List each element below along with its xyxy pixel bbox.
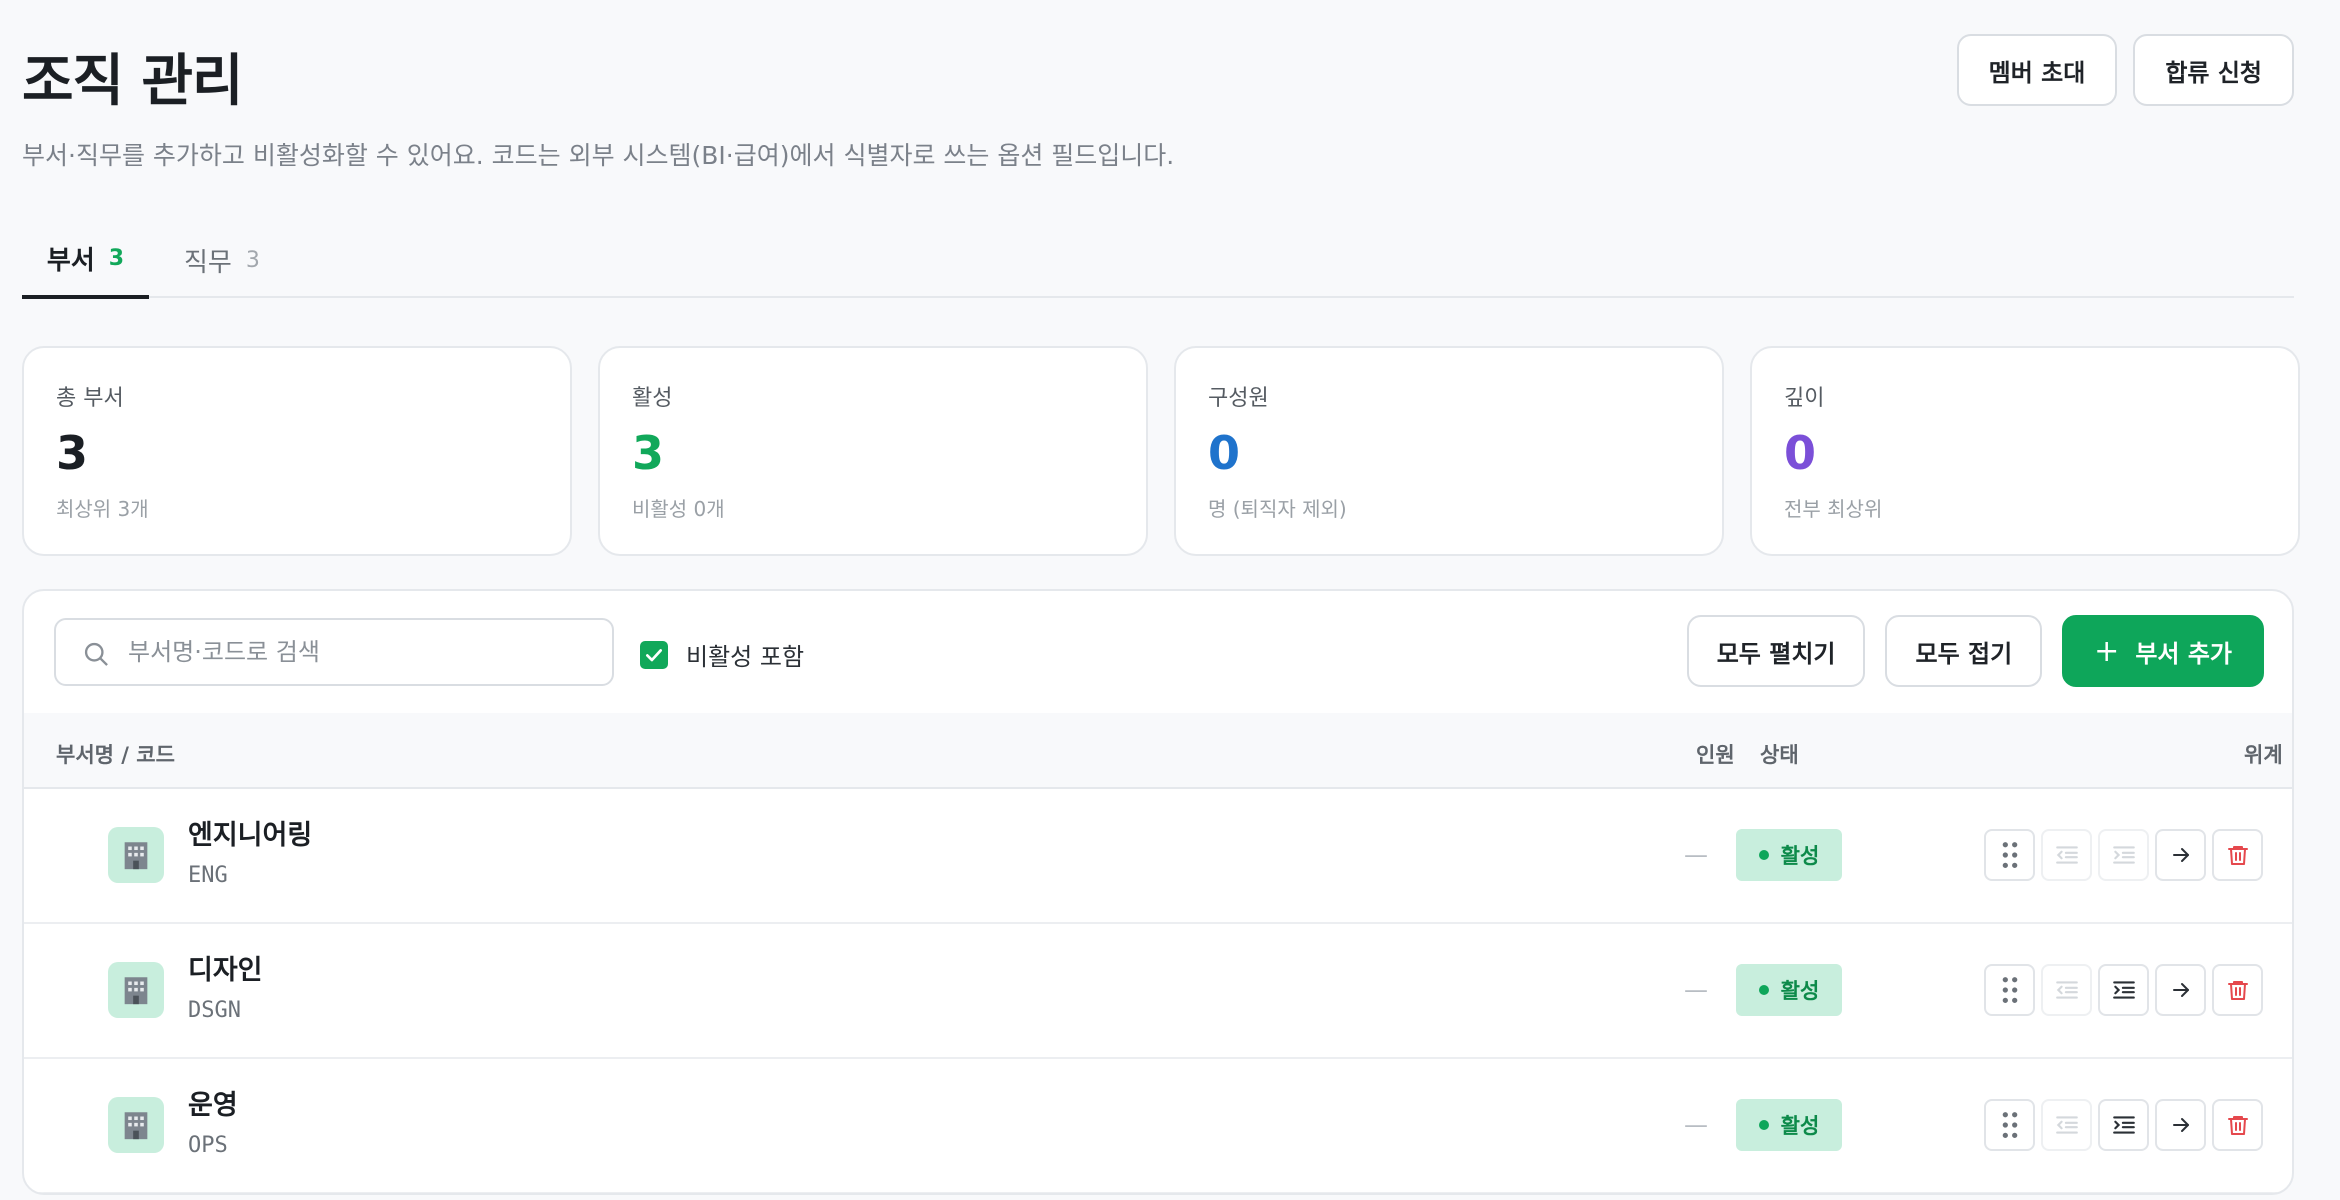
table-row[interactable]: 운영 OPS — 활성 [24, 1059, 2292, 1193]
department-name: 디자인 [188, 955, 263, 986]
drag-handle-icon[interactable] [1984, 1099, 2035, 1151]
add-department-label: 부서 추가 [2135, 639, 2232, 668]
arrow-right-icon[interactable] [2155, 1099, 2206, 1151]
add-department-button[interactable]: + 부서 추가 [2062, 615, 2264, 687]
column-header-members: 인원 [1696, 743, 1735, 767]
department-code: OPS [188, 1133, 228, 1158]
trash-icon[interactable] [2212, 829, 2263, 881]
org-management-page: 조직 관리 부서·직무를 추가하고 비활성화할 수 있어요. 코드는 외부 시스… [22, 0, 2300, 1200]
stat-label: 깊이 [1784, 386, 1825, 411]
search-icon [84, 642, 108, 666]
expand-all-button[interactable]: 모두 펼치기 [1686, 615, 1866, 687]
stat-value: 0 [1208, 426, 1241, 480]
member-count: — [1684, 1111, 1708, 1139]
column-header-hierarchy: 위계 [2244, 743, 2283, 767]
drag-handle-icon[interactable] [1984, 829, 2035, 881]
header-actions: 멤버 초대 합류 신청 [1956, 34, 2294, 106]
stat-label: 구성원 [1208, 386, 1269, 411]
invite-member-button[interactable]: 멤버 초대 [1956, 34, 2118, 106]
stat-label: 활성 [632, 386, 673, 411]
row-actions [1984, 1099, 2263, 1151]
column-header-name: 부서명 / 코드 [56, 743, 175, 767]
status-badge: 활성 [1736, 964, 1842, 1016]
search-box[interactable] [54, 618, 614, 686]
stat-value: 3 [56, 426, 89, 480]
tab-label: 부서 [46, 246, 95, 276]
outdent-icon[interactable] [2041, 829, 2092, 881]
indent-icon[interactable] [2098, 1099, 2149, 1151]
include-inactive-label: 비활성 포함 [686, 643, 805, 671]
join-request-button[interactable]: 합류 신청 [2133, 34, 2294, 106]
arrow-right-icon[interactable] [2155, 829, 2206, 881]
tab-jobs[interactable]: 직무 3 [184, 222, 260, 298]
member-count: — [1684, 841, 1708, 869]
row-actions [1984, 829, 2263, 881]
stat-cards: 총 부서 3 최상위 3개 활성 3 비활성 0개 구성원 0 명 (퇴직자 제… [22, 346, 2300, 556]
tab-count: 3 [245, 247, 260, 273]
drag-handle-icon[interactable] [1984, 964, 2035, 1016]
check-icon [646, 648, 662, 661]
department-name: 엔지니어링 [188, 820, 313, 851]
page-title: 조직 관리 [22, 49, 244, 114]
stat-card-depth: 깊이 0 전부 최상위 [1750, 346, 2300, 556]
stat-value: 0 [1784, 426, 1817, 480]
plus-icon: + [2094, 633, 2120, 669]
department-code: DSGN [188, 998, 241, 1023]
table-actions: 모두 펼치기 모두 접기 + 부서 추가 [1686, 615, 2264, 687]
building-icon [108, 827, 164, 883]
member-count: — [1684, 976, 1708, 1004]
collapse-all-button[interactable]: 모두 접기 [1885, 615, 2043, 687]
status-label: 활성 [1780, 979, 1820, 1003]
stat-card-active: 활성 3 비활성 0개 [598, 346, 1148, 556]
stat-card-total: 총 부서 3 최상위 3개 [22, 346, 572, 556]
search-input[interactable] [128, 620, 598, 684]
tab-label: 직무 [184, 247, 232, 278]
status-dot [1758, 1120, 1769, 1130]
table-row[interactable]: 디자인 DSGN — 활성 [24, 924, 2292, 1059]
status-badge: 활성 [1736, 1099, 1842, 1151]
stat-card-members: 구성원 0 명 (퇴직자 제외) [1174, 346, 1724, 556]
table-header: 부서명 / 코드 인원 상태 위계 [24, 713, 2292, 789]
stat-value: 3 [632, 426, 665, 480]
building-icon [108, 962, 164, 1018]
status-dot [1758, 850, 1769, 860]
include-inactive-checkbox[interactable]: 비활성 포함 [640, 637, 804, 672]
tab-count: 3 [108, 246, 125, 271]
trash-icon[interactable] [2212, 1099, 2263, 1151]
stat-label: 총 부서 [56, 386, 124, 411]
department-name: 운영 [188, 1090, 238, 1121]
stat-note: 비활성 0개 [632, 496, 725, 521]
indent-icon[interactable] [2098, 964, 2149, 1016]
stat-note: 전부 최상위 [1784, 496, 1883, 521]
status-dot [1758, 985, 1769, 995]
department-table-panel: 비활성 포함 모두 펼치기 모두 접기 + 부서 추가 부서명 / 코드 인원 … [22, 589, 2294, 1195]
tab-bar: 부서 3 직무 3 [22, 222, 2294, 299]
building-icon [108, 1097, 164, 1153]
status-label: 활성 [1780, 1114, 1820, 1138]
indent-icon[interactable] [2098, 829, 2149, 881]
department-code: ENG [188, 863, 228, 888]
tab-departments[interactable]: 부서 3 [22, 222, 149, 299]
trash-icon[interactable] [2212, 964, 2263, 1016]
checkbox-checked[interactable] [640, 640, 668, 669]
outdent-icon[interactable] [2041, 1099, 2092, 1151]
table-row[interactable]: 엔지니어링 ENG — 활성 [24, 789, 2292, 924]
row-actions [1984, 964, 2263, 1016]
stat-note: 최상위 3개 [56, 496, 149, 521]
arrow-right-icon[interactable] [2155, 964, 2206, 1016]
stat-note: 명 (퇴직자 제외) [1208, 496, 1347, 521]
column-header-status: 상태 [1760, 743, 1799, 767]
outdent-icon[interactable] [2041, 964, 2092, 1016]
page-subtitle: 부서·직무를 추가하고 비활성화할 수 있어요. 코드는 외부 시스템(BI·급… [22, 141, 1175, 170]
status-badge: 활성 [1736, 829, 1842, 881]
status-label: 활성 [1780, 844, 1820, 868]
